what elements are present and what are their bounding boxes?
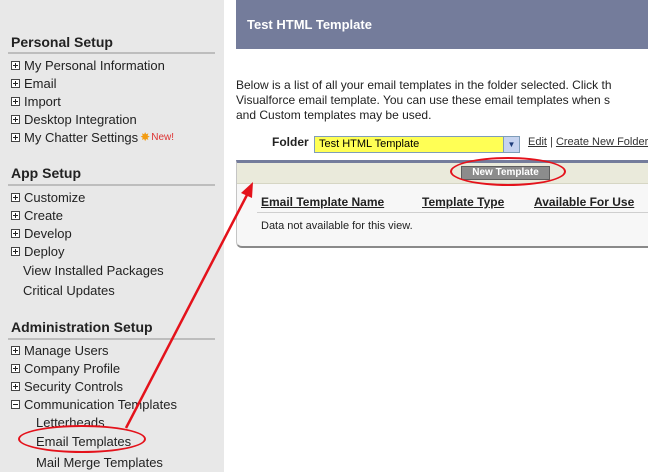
expand-icon: [11, 114, 20, 124]
link-separator: |: [550, 136, 553, 148]
description-line: and Custom templates may be used.: [236, 108, 432, 122]
expand-icon: [11, 192, 20, 202]
expand-icon: [11, 210, 20, 220]
header-divider: [257, 212, 648, 213]
section-divider: [8, 52, 215, 54]
starburst-icon: ✸: [140, 130, 151, 144]
empty-table-message: Data not available for this view.: [261, 220, 413, 232]
personal-setup-heading: Personal Setup: [11, 34, 113, 50]
folder-label: Folder: [272, 135, 309, 149]
sidebar-item-customize[interactable]: Customize: [11, 189, 85, 205]
sidebar-item-manage-users[interactable]: Manage Users: [11, 342, 109, 358]
expand-icon: [11, 78, 20, 88]
sidebar-item-create[interactable]: Create: [11, 207, 63, 223]
sidebar-item-my-personal-information[interactable]: My Personal Information: [11, 57, 165, 73]
chevron-down-icon[interactable]: ▼: [503, 137, 519, 152]
description-line: Below is a list of all your email templa…: [236, 78, 612, 92]
edit-folder-link[interactable]: Edit: [528, 136, 547, 148]
page-title: Test HTML Template: [247, 17, 372, 32]
sidebar-item-security-controls[interactable]: Security Controls: [11, 378, 123, 394]
expand-icon: [11, 246, 20, 256]
expand-icon: [11, 363, 20, 373]
annotation-oval-new-template: [450, 157, 566, 186]
administration-setup-heading: Administration Setup: [11, 319, 153, 335]
sidebar-item-desktop-integration[interactable]: Desktop Integration: [11, 111, 137, 127]
sidebar-item-import[interactable]: Import: [11, 93, 61, 109]
button-row: [237, 163, 648, 184]
expand-icon: [11, 228, 20, 238]
sidebar-item-develop[interactable]: Develop: [11, 225, 72, 241]
folder-select[interactable]: Test HTML Template ▼: [314, 136, 520, 153]
collapse-icon: [11, 399, 20, 409]
sidebar-item-mail-merge-templates[interactable]: Mail Merge Templates: [36, 454, 163, 470]
folder-links: Edit | Create New Folder: [528, 136, 648, 148]
section-divider: [8, 338, 215, 340]
description-line: Visualforce email template. You can use …: [236, 93, 610, 107]
sidebar-item-deploy[interactable]: Deploy: [11, 243, 64, 259]
expand-icon: [11, 60, 20, 70]
sidebar-item-email[interactable]: Email: [11, 75, 57, 91]
sidebar-item-critical-updates[interactable]: Critical Updates: [23, 282, 115, 298]
new-badge: ✸ New!: [140, 130, 175, 144]
section-divider: [8, 184, 215, 186]
annotation-oval-email-templates: [18, 425, 146, 453]
sidebar-item-my-chatter-settings[interactable]: My Chatter Settings ✸ New!: [11, 129, 174, 145]
sidebar-item-company-profile[interactable]: Company Profile: [11, 360, 120, 376]
sidebar-item-view-installed-packages[interactable]: View Installed Packages: [23, 262, 164, 278]
expand-icon: [11, 381, 20, 391]
column-header-available-for-use[interactable]: Available For Use: [534, 195, 634, 209]
app-setup-heading: App Setup: [11, 165, 81, 181]
column-header-email-template-name[interactable]: Email Template Name: [261, 195, 384, 209]
expand-icon: [11, 132, 20, 142]
sidebar-item-communication-templates[interactable]: Communication Templates: [11, 396, 177, 412]
create-new-folder-link[interactable]: Create New Folder: [556, 136, 648, 148]
expand-icon: [11, 345, 20, 355]
expand-icon: [11, 96, 20, 106]
column-header-template-type[interactable]: Template Type: [422, 195, 504, 209]
